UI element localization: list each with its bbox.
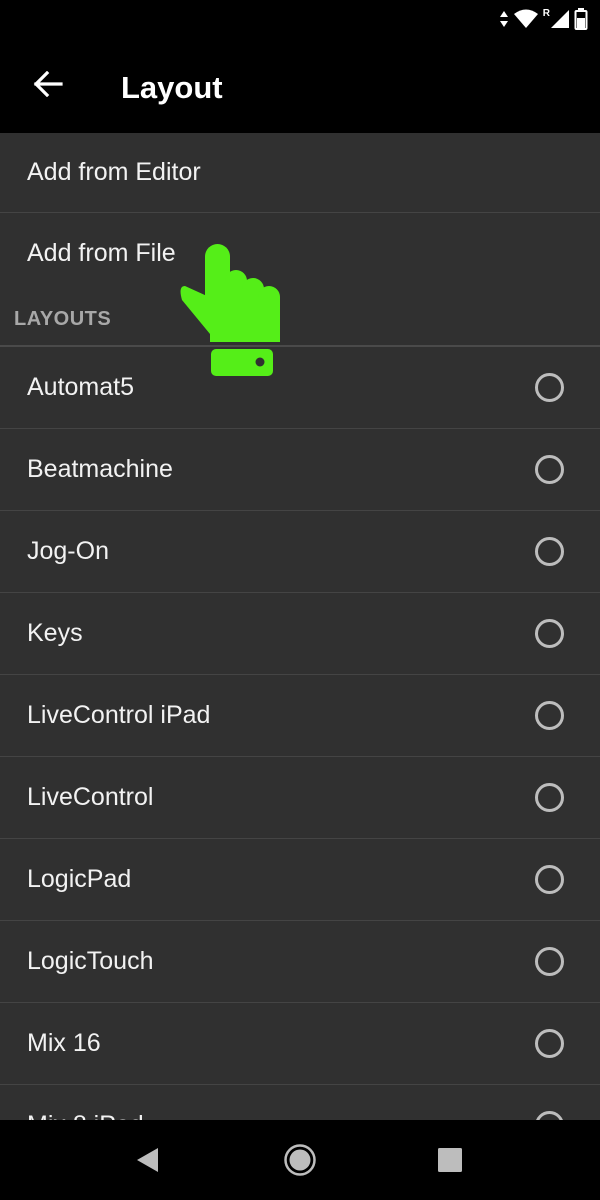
radio-button[interactable] xyxy=(535,619,564,648)
app-bar: Layout xyxy=(0,36,600,133)
layout-item-mix-8-ipad[interactable]: Mix 8 iPad xyxy=(0,1085,600,1120)
recents-square-icon xyxy=(438,1148,462,1172)
layout-item-livecontrol[interactable]: LiveControl xyxy=(0,757,600,839)
layout-label: Mix 16 xyxy=(27,1029,101,1057)
layout-label: Mix 8 iPad xyxy=(27,1111,144,1120)
arrow-back-icon xyxy=(33,71,63,97)
layout-item-logicpad[interactable]: LogicPad xyxy=(0,839,600,921)
settings-list[interactable]: Add from Editor Add from File LAYOUTS Au… xyxy=(0,133,600,1120)
radio-button[interactable] xyxy=(535,1111,564,1120)
add-from-editor-item[interactable]: Add from Editor xyxy=(0,133,600,213)
radio-button[interactable] xyxy=(535,537,564,566)
wifi-icon xyxy=(513,9,538,28)
layouts-section-header: LAYOUTS xyxy=(0,293,600,347)
layout-label: LogicPad xyxy=(27,865,132,893)
layout-item-logictouch[interactable]: LogicTouch xyxy=(0,921,600,1003)
radio-button[interactable] xyxy=(535,701,564,730)
radio-button[interactable] xyxy=(535,947,564,976)
layout-label: Automat5 xyxy=(27,373,135,401)
add-from-editor-label: Add from Editor xyxy=(27,158,201,186)
page-title: Layout xyxy=(121,70,223,105)
back-button[interactable] xyxy=(24,60,72,108)
layout-label: Keys xyxy=(27,619,83,647)
layout-label: LiveControl xyxy=(27,783,154,811)
radio-button[interactable] xyxy=(535,783,564,812)
layout-item-jog-on[interactable]: Jog-On xyxy=(0,511,600,593)
nav-recents-button[interactable] xyxy=(430,1140,470,1180)
layout-item-livecontrol-ipad[interactable]: LiveControl iPad xyxy=(0,675,600,757)
status-bar: R xyxy=(0,0,600,36)
back-triangle-icon xyxy=(137,1148,158,1172)
pointing-hand-icon xyxy=(180,244,280,376)
layout-label: Jog-On xyxy=(27,537,109,565)
signal-icon xyxy=(551,10,569,28)
radio-button[interactable] xyxy=(535,373,564,402)
nav-home-button[interactable] xyxy=(280,1140,320,1180)
radio-button[interactable] xyxy=(535,455,564,484)
layout-item-keys[interactable]: Keys xyxy=(0,593,600,675)
layout-label: Beatmachine xyxy=(27,455,173,483)
radio-button[interactable] xyxy=(535,1029,564,1058)
layout-item-mix-16[interactable]: Mix 16 xyxy=(0,1003,600,1085)
add-from-file-item[interactable]: Add from File xyxy=(0,213,600,293)
roaming-indicator: R xyxy=(542,8,550,19)
layout-item-beatmachine[interactable]: Beatmachine xyxy=(0,429,600,511)
radio-button[interactable] xyxy=(535,865,564,894)
battery-icon xyxy=(574,8,588,30)
navigation-bar xyxy=(0,1120,600,1200)
nav-back-button[interactable] xyxy=(128,1140,168,1180)
data-arrows-icon xyxy=(499,11,508,27)
layout-label: LiveControl iPad xyxy=(27,701,211,729)
layout-item-automat5[interactable]: Automat5 xyxy=(0,347,600,429)
layout-label: LogicTouch xyxy=(27,947,154,975)
home-circle-icon xyxy=(284,1144,316,1176)
add-from-file-label: Add from File xyxy=(27,238,176,267)
status-icons: R xyxy=(499,8,588,30)
